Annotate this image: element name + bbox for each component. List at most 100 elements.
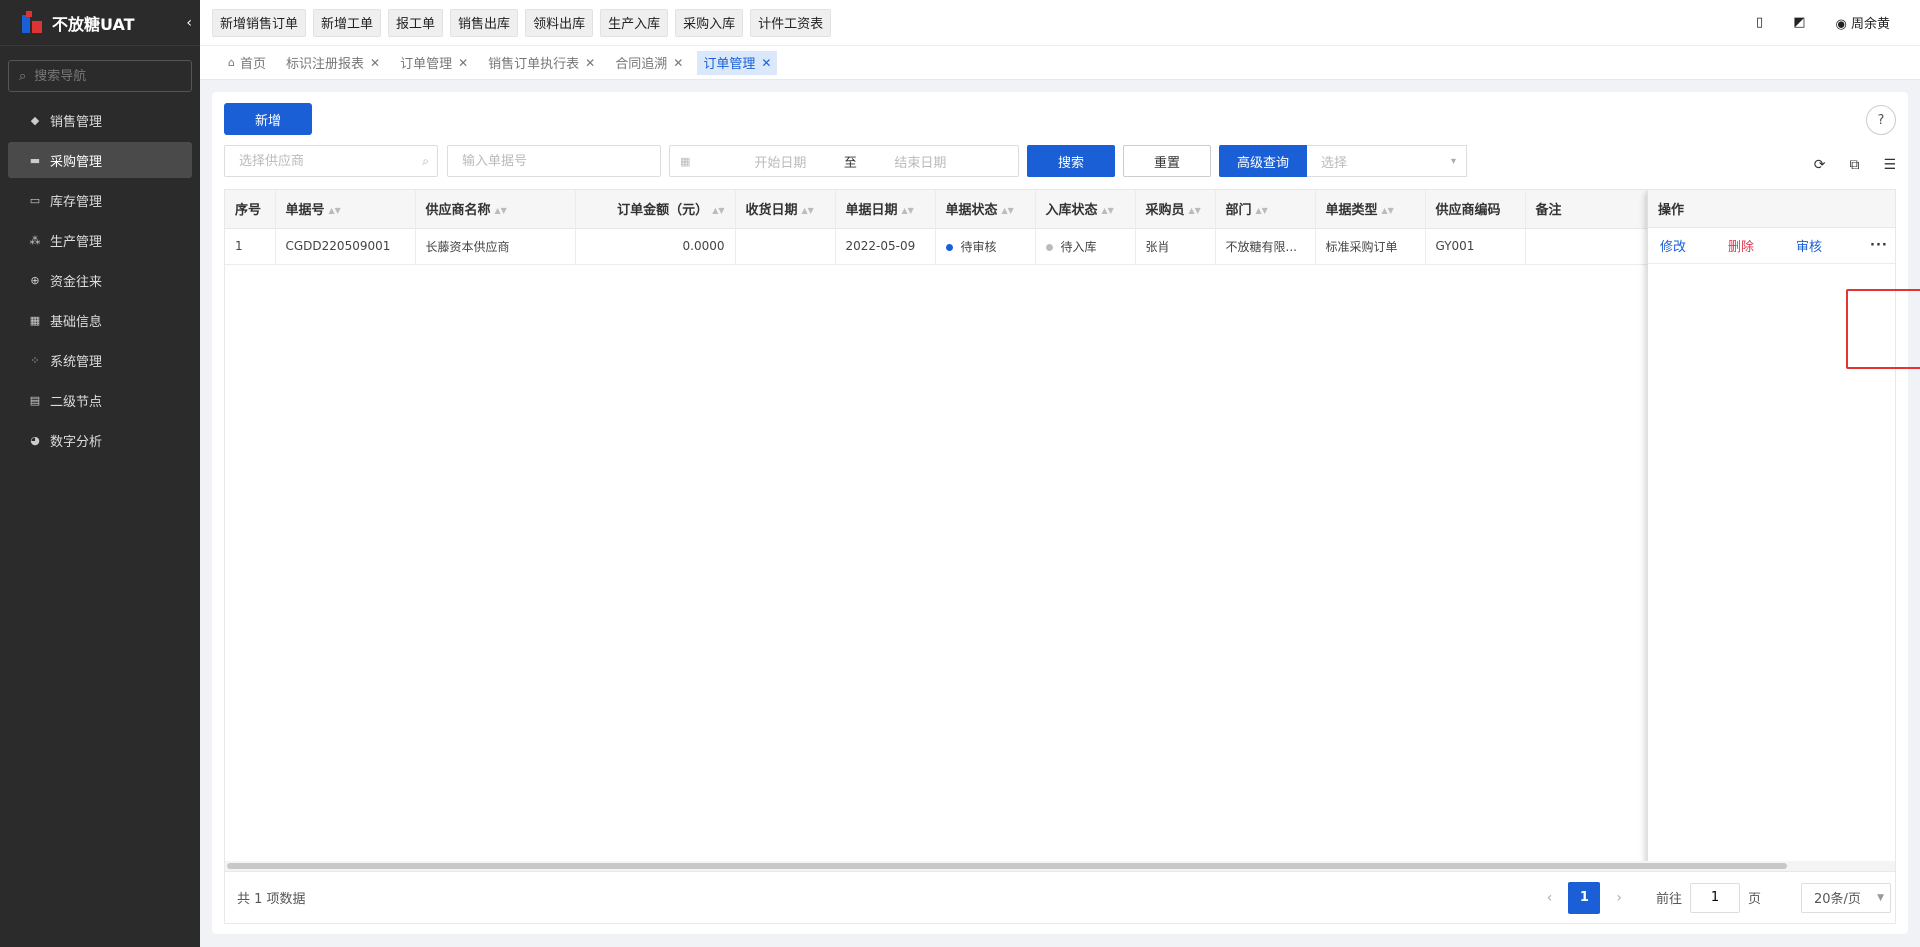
col-doc-date[interactable]: 单据日期 ▲▼: [835, 190, 936, 229]
sidebar-item-sales[interactable]: ◆ 销售管理: [8, 102, 192, 138]
sidebar-item-inventory[interactable]: ▭ 库存管理: [8, 182, 192, 218]
sidebar-item-funds[interactable]: ⊕ 资金往来: [8, 262, 192, 298]
sidebar-search[interactable]: ⌕: [8, 60, 192, 92]
col-doc-no[interactable]: 单据号 ▲▼: [275, 190, 416, 229]
tab-id-registration-report[interactable]: 标识注册报表 ✕: [280, 51, 386, 75]
help-icon[interactable]: ?: [1866, 105, 1896, 135]
user-menu[interactable]: ◉ 周余黄: [1836, 13, 1891, 32]
reset-button[interactable]: 重置: [1123, 145, 1211, 177]
delete-link[interactable]: 删除: [1728, 236, 1796, 255]
sort-icon[interactable]: ▲▼: [902, 206, 914, 215]
tab-contract-trace[interactable]: 合同追溯 ✕: [609, 51, 689, 75]
ops-header: 操作: [1648, 190, 1895, 228]
col-supplier[interactable]: 供应商名称 ▲▼: [415, 190, 576, 229]
advanced-query-select[interactable]: 选择 ▾: [1307, 145, 1467, 177]
tab-home[interactable]: ⌂ 首页: [222, 51, 272, 75]
close-icon[interactable]: ✕: [761, 56, 771, 70]
density-icon[interactable]: ⧉: [1849, 157, 1859, 173]
date-separator: 至: [843, 155, 857, 171]
sort-icon[interactable]: ▲▼: [712, 206, 724, 215]
sidebar-item-analytics[interactable]: ◕ 数字分析: [8, 422, 192, 458]
quick-new-sales-order-button[interactable]: 新增销售订单: [212, 8, 307, 37]
date-range-picker[interactable]: ▦ 开始日期 至 结束日期: [669, 145, 1019, 177]
search-button[interactable]: 搜索: [1027, 145, 1115, 177]
pagination: ‹ 1 › 前往 页 20条/页 ▼: [1531, 881, 1891, 914]
sidebar-item-system[interactable]: ⁘ 系统管理: [8, 342, 192, 378]
quick-purchase-inbound-button[interactable]: 采购入库: [675, 8, 744, 37]
page-number-current[interactable]: 1: [1568, 881, 1601, 914]
orders-table-grid: 序号 单据号 ▲▼ 供应商名称 ▲▼ 订单金额（元） ▲▼ 收货日期 ▲▼ 单据日期 ▲▼…: [225, 190, 1650, 265]
operations-column: 操作 修改 删除 审核 ···: [1647, 190, 1895, 871]
sort-icon[interactable]: ▲▼: [1002, 206, 1014, 215]
cell-doc-status: 待审核: [935, 228, 1036, 265]
end-date-input[interactable]: 结束日期: [860, 152, 980, 171]
col-remark: 备注: [1525, 190, 1650, 229]
horizontal-scrollbar[interactable]: [225, 861, 1895, 871]
edit-link[interactable]: 修改: [1660, 236, 1728, 255]
col-label: 订单金额（元）: [617, 203, 709, 219]
add-button[interactable]: 新增: [224, 103, 312, 135]
close-icon[interactable]: ✕: [585, 56, 595, 70]
tab-sales-order-execution[interactable]: 销售订单执行表 ✕: [482, 51, 601, 75]
calendar-icon: ▦: [680, 154, 691, 168]
sort-icon[interactable]: ▲▼: [1102, 206, 1114, 215]
supplier-input[interactable]: [239, 153, 423, 169]
col-buyer[interactable]: 采购员 ▲▼: [1135, 190, 1216, 229]
tab-order-management[interactable]: 订单管理 ✕: [394, 51, 474, 75]
sidebar-item-basic-info[interactable]: ▦ 基础信息: [8, 302, 192, 338]
sort-icon[interactable]: ▲▼: [329, 206, 341, 215]
chart-icon[interactable]: ◩: [1793, 15, 1805, 30]
next-page-icon[interactable]: ›: [1616, 890, 1622, 906]
quick-new-work-order-button[interactable]: 新增工单: [313, 8, 382, 37]
quick-material-outbound-button[interactable]: 领料出库: [525, 8, 594, 37]
close-icon[interactable]: ✕: [673, 56, 683, 70]
sidebar-item-purchase[interactable]: ▬ 采购管理: [8, 142, 192, 178]
quick-sales-outbound-button[interactable]: 销售出库: [450, 8, 519, 37]
tab-order-management-active[interactable]: 订单管理 ✕: [697, 50, 778, 75]
close-icon[interactable]: ✕: [370, 56, 380, 70]
table-row[interactable]: 1 CGDD220509001 长藤资本供应商 0.0000 2022-05-0…: [225, 228, 1650, 265]
advanced-query-button[interactable]: 高级查询: [1219, 145, 1307, 177]
mobile-icon[interactable]: ▯: [1756, 15, 1763, 30]
audit-link[interactable]: 审核: [1796, 236, 1870, 255]
col-amount[interactable]: 订单金额（元） ▲▼: [575, 190, 736, 229]
col-label: 单据类型: [1325, 203, 1378, 219]
top-bar: 新增销售订单 新增工单 报工单 销售出库 领料出库 生产入库 采购入库 计件工资…: [200, 0, 1920, 46]
page-size-select[interactable]: 20条/页 ▼: [1801, 882, 1891, 913]
filter-bar: ⌕ ▦ 开始日期 至 结束日期 搜索 重置 高级查询 选择 ▾: [224, 145, 1467, 177]
col-doc-status[interactable]: 单据状态 ▲▼: [935, 190, 1036, 229]
apps-icon: ⁘: [30, 353, 40, 367]
sidebar-item-production[interactable]: ⁂ 生产管理: [8, 222, 192, 258]
start-date-input[interactable]: 开始日期: [720, 152, 840, 171]
scrollbar-thumb[interactable]: [227, 863, 1787, 869]
col-label: 收货日期: [745, 203, 798, 219]
sidebar-item-label: 基础信息: [50, 314, 103, 330]
ops-row: 修改 删除 审核 ···: [1648, 228, 1895, 264]
col-stock-status[interactable]: 入库状态 ▲▼: [1035, 190, 1136, 229]
col-doc-type[interactable]: 单据类型 ▲▼: [1315, 190, 1426, 229]
prev-page-icon[interactable]: ‹: [1547, 890, 1553, 906]
quick-production-inbound-button[interactable]: 生产入库: [600, 8, 669, 37]
col-dept[interactable]: 部门 ▲▼: [1215, 190, 1316, 229]
more-icon[interactable]: ···: [1870, 238, 1888, 253]
refresh-icon[interactable]: ⟳: [1814, 157, 1826, 173]
sidebar-item-secondary-node[interactable]: ▤ 二级节点: [8, 382, 192, 418]
col-receive-date[interactable]: 收货日期 ▲▼: [735, 190, 836, 229]
sort-icon[interactable]: ▲▼: [802, 206, 814, 215]
chevron-left-icon[interactable]: ‹: [186, 15, 192, 31]
sidebar-search-input[interactable]: [34, 68, 175, 84]
quick-piecework-wage-button[interactable]: 计件工资表: [750, 8, 832, 37]
close-icon[interactable]: ✕: [458, 56, 468, 70]
sort-icon[interactable]: ▲▼: [1189, 206, 1201, 215]
supplier-select[interactable]: ⌕: [224, 145, 438, 177]
sort-icon[interactable]: ▲▼: [495, 206, 507, 215]
sort-icon[interactable]: ▲▼: [1382, 206, 1394, 215]
quick-work-report-button[interactable]: 报工单: [388, 8, 444, 37]
status-dot: [1045, 243, 1053, 251]
col-label: 单据日期: [845, 203, 898, 219]
sort-icon[interactable]: ▲▼: [1256, 206, 1268, 215]
column-settings-icon[interactable]: ☰: [1883, 157, 1896, 173]
doc-no-field[interactable]: [447, 145, 661, 177]
doc-no-input[interactable]: [462, 153, 646, 169]
goto-page-input[interactable]: [1689, 882, 1740, 913]
